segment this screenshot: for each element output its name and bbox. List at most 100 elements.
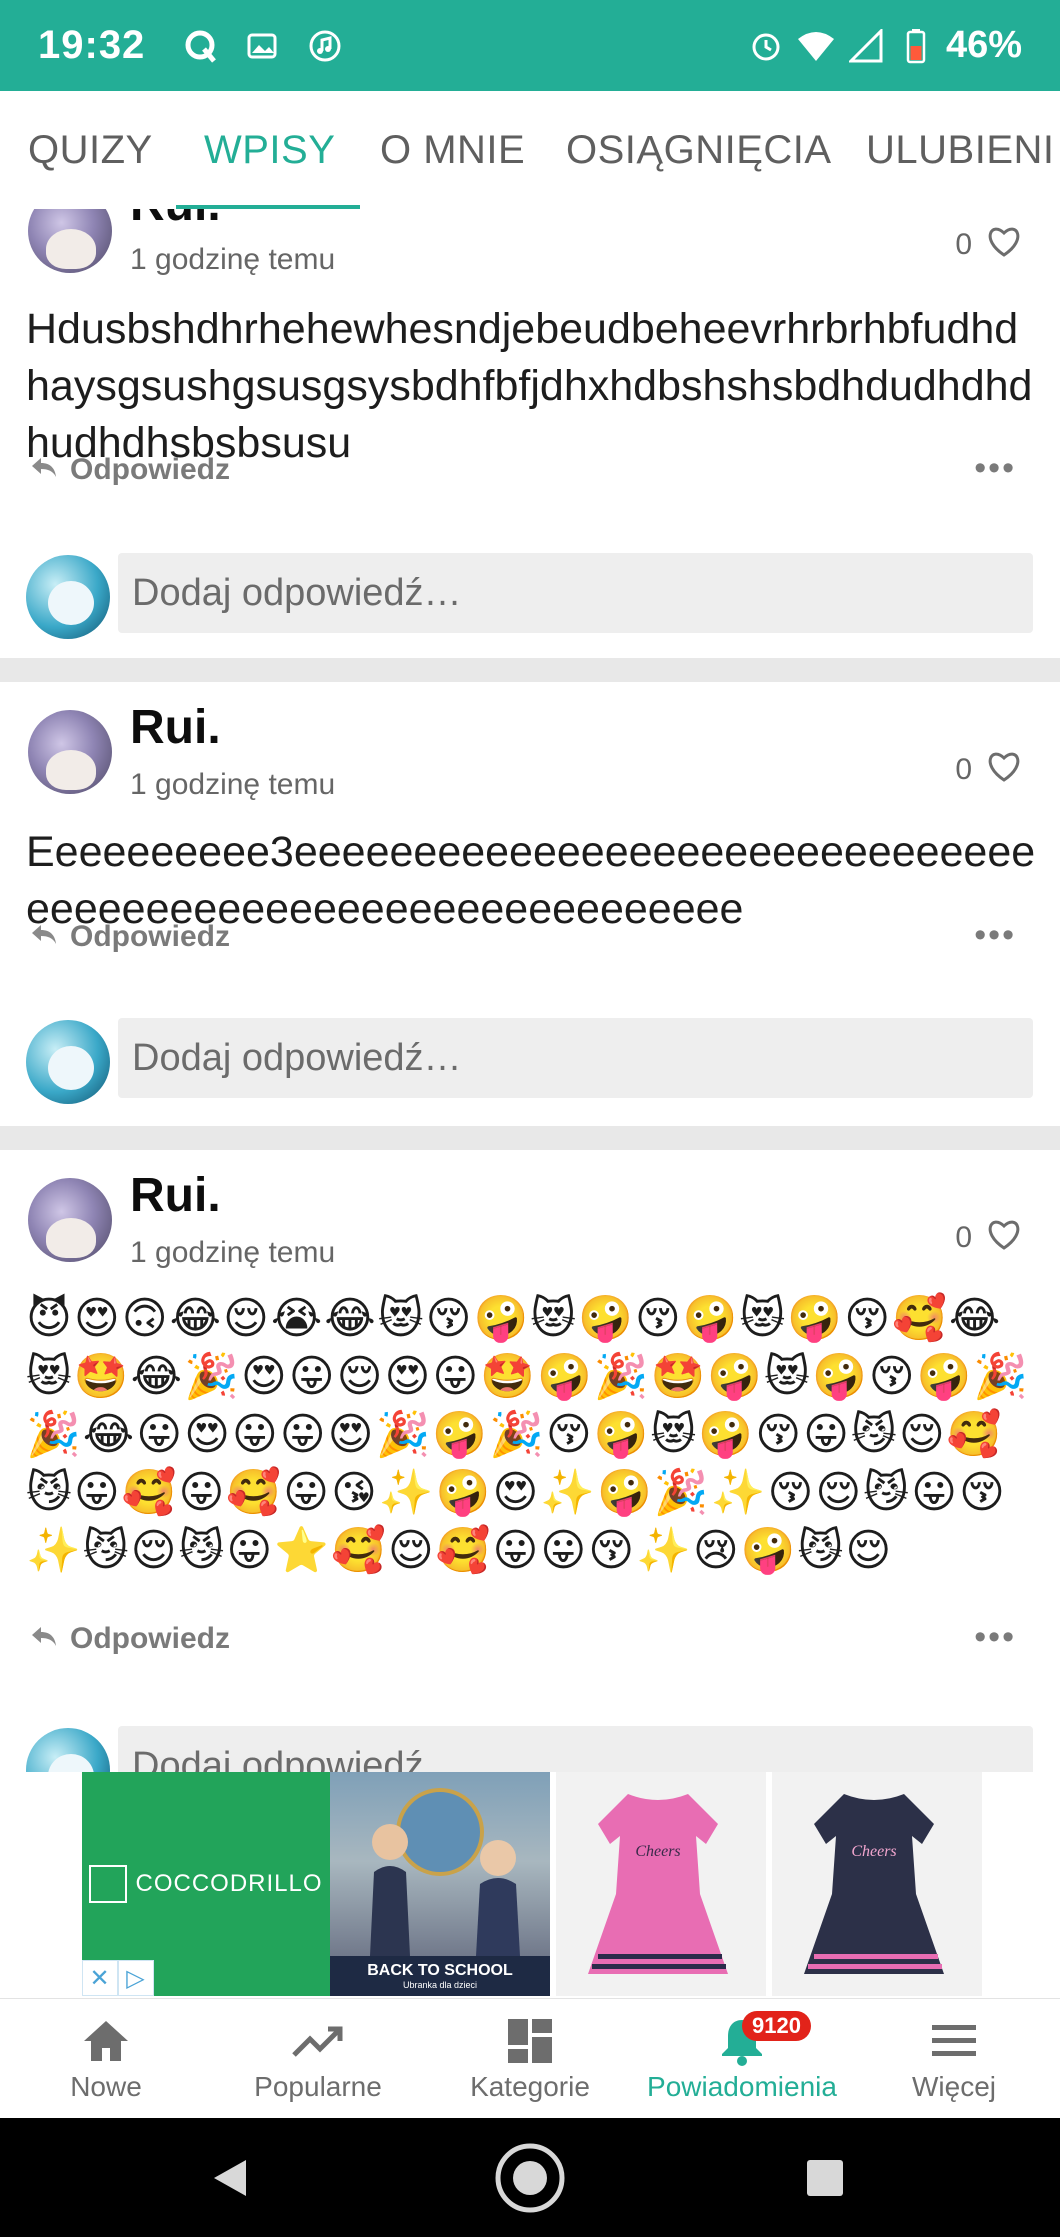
nav-kategorie[interactable]: Kategorie: [424, 1999, 636, 2119]
home-icon: [80, 2015, 132, 2067]
like-control[interactable]: 0: [955, 225, 1022, 265]
ad-controls: ✕ ▷: [82, 1960, 154, 1996]
menu-icon: [930, 2015, 978, 2067]
navy-dress-image: Cheers: [804, 1794, 944, 1974]
post-time: 1 godzinę temu: [130, 243, 336, 276]
post-divider: [0, 658, 1060, 682]
nav-wiecej[interactable]: Więcej: [848, 1999, 1060, 2119]
recents-button[interactable]: [800, 2118, 850, 2237]
tab-osiagniecia[interactable]: OSIĄGNIĘCIA: [566, 91, 832, 209]
ad-caption-subtitle: Ubranka dla dzieci: [402, 1980, 478, 1990]
ad-brand-name: COCCODRILLO: [135, 1870, 323, 1897]
pink-dress-image: Cheers: [588, 1794, 728, 1974]
reply-input[interactable]: Dodaj odpowiedź…: [118, 553, 1033, 633]
nav-popularne[interactable]: Popularne: [212, 1999, 424, 2119]
reply-row: Dodaj odpowiedź…: [0, 553, 1060, 639]
signal-icon: [846, 26, 886, 66]
wifi-icon: [796, 26, 836, 66]
reply-label: Odpowiedz: [70, 920, 230, 953]
my-avatar: [26, 1020, 110, 1104]
dress-print-text: Cheers: [851, 1843, 896, 1860]
ad-product-pink-dress[interactable]: Cheers: [550, 1772, 766, 1996]
reply-input[interactable]: Dodaj odpowiedź…: [118, 1726, 1033, 1772]
children-photo: [370, 1788, 520, 1956]
tab-quizy[interactable]: QUIZY: [28, 91, 153, 209]
my-avatar: [26, 1728, 110, 1772]
author-avatar[interactable]: [28, 710, 112, 794]
post-divider: [0, 1126, 1060, 1150]
more-options-button[interactable]: •••: [974, 449, 1016, 488]
author-avatar[interactable]: [28, 1178, 112, 1262]
nav-label: Popularne: [254, 2071, 382, 2102]
nav-powiadomienia[interactable]: 9120 Powiadomienia: [636, 1999, 848, 2119]
nav-label: Nowe: [70, 2071, 142, 2102]
quora-icon: [181, 26, 221, 66]
adchoices-icon[interactable]: ▷: [118, 1960, 154, 1996]
ad-banner[interactable]: COCCODRILLO ✕ ▷ BACK TO SCHOOL Ubranka d…: [82, 1772, 982, 1996]
post-text: Hdusbshdhrhehewhesndjebeudbeheevrhrbrhbf…: [26, 305, 1033, 467]
profile-tabs: QUIZY WPISY O MNIE OSIĄGNIĘCIA ULUBIENI: [0, 91, 1060, 209]
status-bar: 19:32 46%: [0, 0, 1060, 91]
author-name[interactable]: Rui.: [130, 1168, 221, 1223]
post-card: Rui. 1 godzinę temu 0 😈😍🙃😂😌😭😂😻😚🤪😻🤪😚🤪😻🤪😚🥰…: [0, 1150, 1060, 1772]
status-time: 19:32: [38, 23, 146, 67]
brand-logo-icon: [89, 1865, 128, 1903]
reply-arrow-icon: [30, 453, 58, 487]
recents-square-icon: [807, 2159, 843, 2196]
tab-wpisy[interactable]: WPISY: [204, 91, 335, 209]
author-name[interactable]: Rui.: [130, 700, 221, 755]
more-options-button[interactable]: •••: [974, 916, 1016, 955]
heart-icon[interactable]: [986, 750, 1022, 790]
reply-label: Odpowiedz: [70, 453, 230, 486]
reply-input[interactable]: Dodaj odpowiedź…: [118, 1018, 1033, 1098]
reply-button[interactable]: Odpowiedz: [30, 1622, 230, 1656]
posts-feed[interactable]: Rui. 1 godzinę temu 0 Hdusbshdhrhehewhes…: [0, 209, 1060, 1772]
back-button[interactable]: [200, 2118, 260, 2237]
ad-brand-panel[interactable]: COCCODRILLO ✕ ▷: [82, 1772, 330, 1996]
reply-button[interactable]: Odpowiedz: [30, 920, 230, 954]
music-icon: [305, 26, 345, 66]
post-time: 1 godzinę temu: [130, 1236, 336, 1269]
nav-label: Więcej: [911, 2071, 996, 2102]
reply-row: Dodaj odpowiedź…: [0, 1018, 1060, 1104]
like-count: 0: [955, 228, 972, 261]
notification-badge: 9120: [742, 2011, 811, 2041]
tab-ulubieni[interactable]: ULUBIENI: [866, 91, 1055, 209]
ad-separator: [550, 1772, 556, 1996]
home-button[interactable]: [490, 2118, 570, 2237]
system-navigation-bar: [0, 2118, 1060, 2237]
dress-print-text: Cheers: [635, 1843, 680, 1860]
dashboard-icon: [506, 2015, 554, 2067]
author-name[interactable]: Rui.: [130, 209, 221, 232]
ad-caption-title: BACK TO SCHOOL: [367, 1962, 513, 1979]
like-control[interactable]: 0: [955, 750, 1022, 790]
author-avatar[interactable]: [28, 209, 112, 273]
reply-label: Odpowiedz: [70, 1622, 230, 1655]
ad-product-navy-dress[interactable]: Cheers: [766, 1772, 982, 1996]
reply-arrow-icon: [30, 920, 58, 954]
like-control[interactable]: 0: [955, 1218, 1022, 1258]
nav-label: Kategorie: [470, 2071, 590, 2102]
more-options-button[interactable]: •••: [974, 1618, 1016, 1657]
ad-separator: [766, 1772, 772, 1996]
like-count: 0: [955, 1221, 972, 1254]
trending-icon: [290, 2015, 346, 2067]
like-count: 0: [955, 753, 972, 786]
heart-icon[interactable]: [986, 225, 1022, 265]
heart-icon[interactable]: [986, 1218, 1022, 1258]
bottom-navigation: Nowe Popularne Kategorie 9120 Powiadomie…: [0, 1998, 1060, 2119]
image-edit-icon: [243, 26, 283, 66]
battery-percent: 46%: [945, 24, 1022, 66]
system-status: 46%: [746, 24, 1022, 67]
home-circle-icon: [495, 2143, 565, 2212]
nav-nowe[interactable]: Nowe: [0, 1999, 212, 2119]
post-text: 😈😍🙃😂😌😭😂😻😚🤪😻🤪😚🤪😻🤪😚🥰😂😻🤩😂🎉😍😛😌😍😛🤩🤪🎉🤩🤪😻🤪😚🤪🎉🎉😂…: [26, 1294, 1031, 1575]
reply-arrow-icon: [30, 1622, 58, 1656]
back-triangle-icon: [214, 2159, 246, 2196]
tab-o-mnie[interactable]: O MNIE: [380, 91, 525, 209]
notification-icons: [181, 26, 345, 66]
reply-button[interactable]: Odpowiedz: [30, 453, 230, 487]
ad-close-icon[interactable]: ✕: [82, 1960, 118, 1996]
ad-photo[interactable]: BACK TO SCHOOL Ubranka dla dzieci: [330, 1772, 550, 1996]
reply-row: Dodaj odpowiedź…: [0, 1726, 1060, 1772]
